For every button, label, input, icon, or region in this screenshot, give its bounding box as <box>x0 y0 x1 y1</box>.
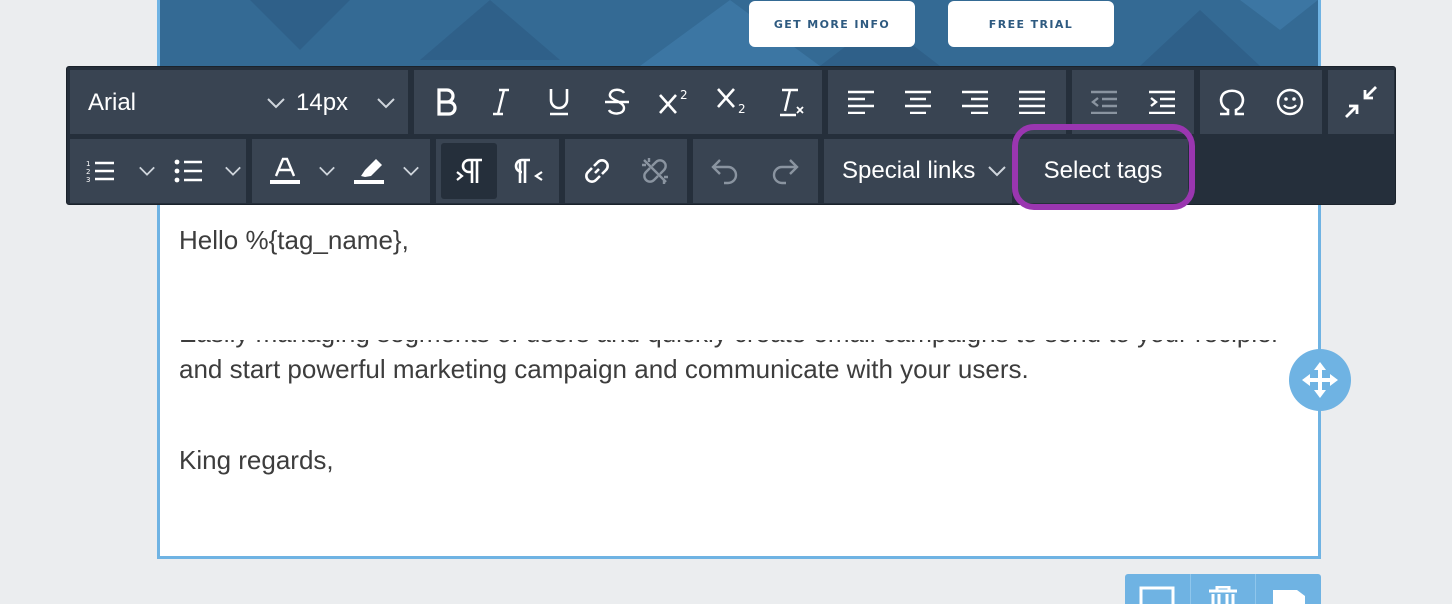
align-justify-icon <box>1019 90 1045 114</box>
align-right-icon <box>962 90 988 114</box>
text-format-group: 2 2 <box>414 70 822 134</box>
redo-button[interactable] <box>756 139 814 203</box>
subscript-button[interactable]: 2 <box>704 70 762 134</box>
strikethrough-icon <box>605 88 629 115</box>
rich-text-toolbar: Arial 14px 2 2 1 2 3 Special links Selec… <box>66 66 1396 205</box>
outdent-icon <box>1091 90 1117 114</box>
duplicate-icon[interactable] <box>1139 586 1175 604</box>
clear-formatting-icon <box>780 88 804 117</box>
divider <box>1190 574 1191 604</box>
svg-text:2: 2 <box>680 88 688 102</box>
special-character-button[interactable] <box>1203 70 1261 134</box>
undo-button[interactable] <box>696 139 754 203</box>
font-family-select[interactable]: Arial <box>88 70 288 136</box>
underline-button[interactable] <box>530 70 588 134</box>
svg-text:2: 2 <box>86 168 90 176</box>
svg-text:1: 1 <box>86 160 90 168</box>
unordered-list-icon <box>174 159 202 183</box>
chevron-down-icon <box>377 98 395 109</box>
emoji-icon <box>1276 88 1304 116</box>
special-links-group: Special links <box>824 139 1012 203</box>
collapse-toolbar-button[interactable] <box>1328 70 1394 134</box>
align-center-icon <box>905 90 931 114</box>
chevron-down-icon <box>319 166 335 176</box>
chevron-down-icon <box>267 98 285 109</box>
rtl-icon <box>514 158 543 183</box>
clear-formatting-button[interactable] <box>762 70 820 134</box>
ltr-icon <box>456 158 482 183</box>
ordered-list-button[interactable]: 123 <box>86 139 166 203</box>
move-handle[interactable] <box>1289 349 1351 411</box>
align-left-icon <box>848 90 874 114</box>
link-icon <box>585 159 609 183</box>
undo-icon <box>711 159 738 185</box>
chevron-down-icon <box>988 166 1006 177</box>
view-group <box>1328 70 1394 134</box>
select-tags-highlight-ring <box>1012 124 1195 210</box>
highlight-color-icon <box>354 159 384 184</box>
font-family-value: Arial <box>88 89 137 116</box>
svg-text:3: 3 <box>86 176 90 184</box>
bold-icon <box>437 88 457 116</box>
unlink-button[interactable] <box>626 139 684 203</box>
link-group <box>565 139 687 203</box>
list-group: 123 <box>70 139 246 203</box>
redo-icon <box>772 159 799 185</box>
font-group: Arial 14px <box>70 70 408 134</box>
align-right-button[interactable] <box>946 70 1004 134</box>
chevron-down-icon <box>403 166 419 176</box>
subscript-icon: 2 <box>717 88 746 116</box>
italic-icon <box>493 88 509 116</box>
unlink-icon <box>642 158 668 184</box>
font-size-value: 14px <box>296 89 349 116</box>
italic-button[interactable] <box>472 70 530 134</box>
unordered-list-button[interactable] <box>174 139 246 203</box>
text-color-button[interactable] <box>268 139 348 203</box>
bold-button[interactable] <box>414 70 478 134</box>
rtl-button[interactable] <box>500 139 558 203</box>
insert-group <box>1200 70 1322 134</box>
direction-group <box>436 139 559 203</box>
history-group <box>693 139 818 203</box>
ordered-list-icon: 123 <box>86 160 114 184</box>
special-character-icon <box>1219 89 1245 116</box>
underline-icon <box>549 89 569 116</box>
chevron-down-icon <box>139 166 155 176</box>
emoji-button[interactable] <box>1261 70 1319 134</box>
block-actions-bar <box>1125 574 1321 604</box>
chevron-down-icon <box>225 166 241 176</box>
superscript-icon: 2 <box>659 88 688 114</box>
align-left-button[interactable] <box>832 70 890 134</box>
collapse-icon <box>1345 86 1377 118</box>
special-links-dropdown[interactable]: Special links <box>842 139 1012 203</box>
align-center-button[interactable] <box>889 70 947 134</box>
text-color-icon <box>270 157 300 184</box>
divider <box>1255 574 1256 604</box>
font-size-select[interactable]: 14px <box>296 70 406 136</box>
trash-icon[interactable] <box>1206 586 1240 604</box>
insert-link-button[interactable] <box>568 139 626 203</box>
move-icon <box>1302 362 1338 398</box>
special-links-label: Special links <box>842 157 976 184</box>
superscript-button[interactable]: 2 <box>646 70 704 134</box>
highlight-color-button[interactable] <box>352 139 430 203</box>
save-block-icon[interactable] <box>1271 586 1307 604</box>
svg-text:2: 2 <box>738 102 746 116</box>
strikethrough-button[interactable] <box>588 70 646 134</box>
color-group <box>252 139 430 203</box>
indent-icon <box>1149 90 1175 114</box>
ltr-button[interactable] <box>441 143 497 199</box>
